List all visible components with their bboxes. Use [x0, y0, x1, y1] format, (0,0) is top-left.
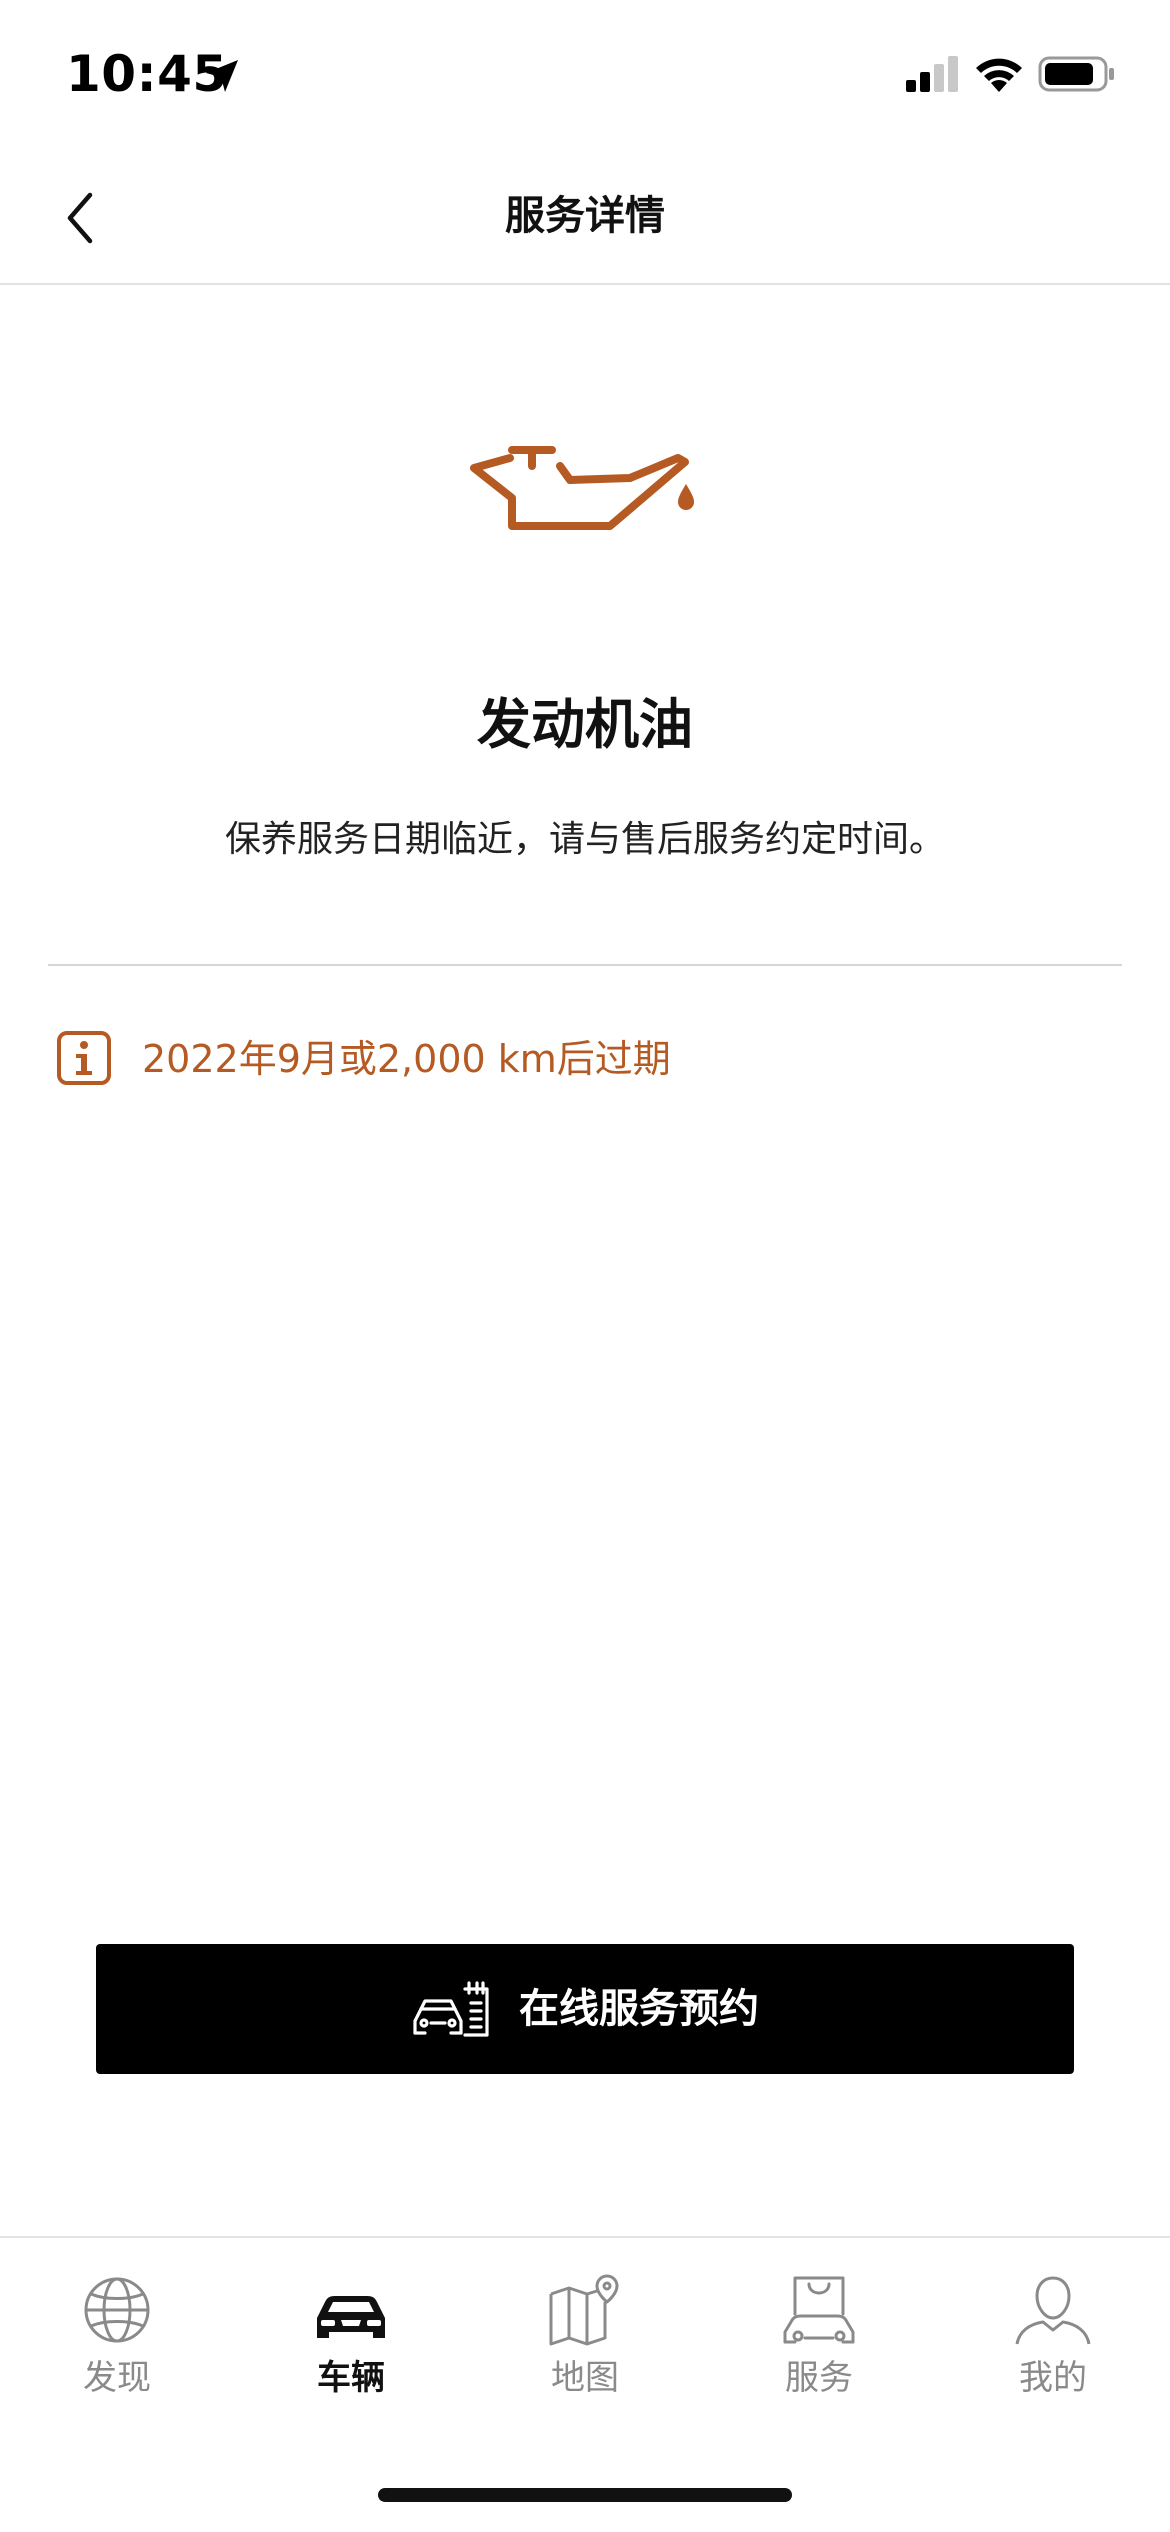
service-bag-icon [783, 2276, 855, 2344]
tab-label-vehicle: 车辆 [317, 2358, 385, 2398]
tab-vehicle[interactable]: 车辆 [234, 2274, 468, 2424]
info-icon [57, 1031, 111, 1085]
tab-map[interactable]: 地图 [468, 2274, 702, 2424]
cellular-signal-icon [906, 56, 958, 92]
service-due-text: 2022年9月或2,000 km后过期 [142, 1037, 671, 1081]
person-icon [1015, 2276, 1091, 2345]
tab-service[interactable]: 服务 [702, 2274, 936, 2424]
home-indicator[interactable] [378, 2488, 792, 2502]
tab-label-service: 服务 [785, 2358, 853, 2398]
tab-discover[interactable]: 发现 [0, 2274, 234, 2424]
tab-label-map: 地图 [551, 2358, 619, 2398]
car-icon [317, 2296, 385, 2338]
battery-icon [1038, 56, 1114, 92]
map-icon [549, 2274, 619, 2346]
book-service-online-label: 在线服务预约 [519, 1986, 759, 2032]
book-service-online-button[interactable]: 在线服务预约 [96, 1944, 1074, 2074]
divider [48, 964, 1122, 966]
tab-label-discover: 发现 [83, 2358, 151, 2398]
wifi-icon [976, 58, 1022, 92]
car-service-calendar-icon [413, 1981, 489, 2037]
globe-icon [84, 2277, 150, 2343]
navigation-bar: 服务详情 [0, 150, 1170, 285]
page-title: 服务详情 [505, 193, 665, 239]
service-title: 发动机油 [477, 693, 693, 756]
engine-oil-icon [470, 446, 694, 530]
status-bar: 10:45 [0, 0, 1170, 150]
location-arrow-icon [206, 60, 238, 92]
service-description: 保养服务日期临近，请与售后服务约定时间。 [224, 819, 945, 860]
tab-profile[interactable]: 我的 [936, 2274, 1170, 2424]
tab-label-profile: 我的 [1019, 2358, 1087, 2398]
